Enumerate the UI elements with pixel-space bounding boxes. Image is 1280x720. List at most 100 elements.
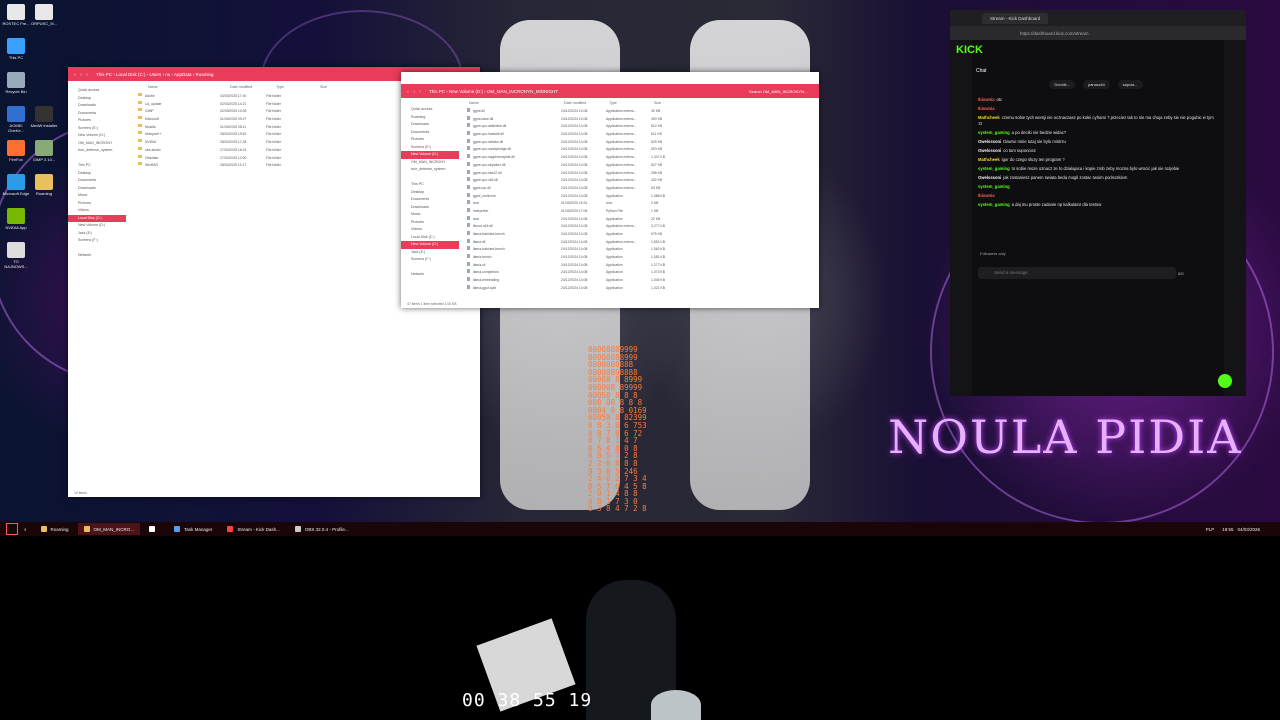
desktop-icon[interactable]: NVIDIA App (2, 208, 30, 230)
file-row[interactable]: lauv 24/12/2024 14:08 Application 22 KB (467, 215, 687, 224)
nav-item[interactable]: Network (68, 252, 126, 260)
desktop-icon[interactable]: MedW Installer (30, 106, 58, 128)
chat-username[interactable]: Mathcheek (978, 115, 1000, 120)
col-name[interactable]: Name (469, 101, 564, 105)
col-size[interactable]: Size (654, 101, 684, 105)
nav-item[interactable]: Pictures (68, 200, 126, 208)
clock-time[interactable]: 18:55 (1222, 527, 1233, 532)
search-input[interactable]: Search OM_MAN_INCRONYN... (749, 89, 819, 94)
nav-item[interactable]: Pictures (68, 117, 126, 125)
language-indicator[interactable]: PLP (1206, 527, 1215, 532)
file-row[interactable]: ggml-cpu-skylakex.dll 24/12/2024 14:08 App… (467, 161, 687, 170)
desktop-icon[interactable]: FireFox (2, 140, 30, 162)
col-type[interactable]: Type (609, 101, 654, 105)
file-row[interactable]: libcurl-x64.dll 24/12/2024 14:08 Applicati… (467, 223, 687, 231)
refresh-icon[interactable] (1218, 374, 1232, 388)
file-row[interactable]: ggml-cpu-sapphirerapids.dll 24/12/2024 14… (467, 154, 687, 162)
nav-item[interactable]: Jack (E:) (401, 249, 459, 257)
file-row[interactable]: ggml-cpu-x64.dll 24/12/2024 14:08 Applicat… (467, 177, 687, 185)
chat-username[interactable]: system_gaming (978, 202, 1010, 207)
file-row[interactable]: ggml_multi.exe 24/12/2024 14:08 Applicatio… (467, 192, 687, 201)
nav-item[interactable]: OM_MAN_INCRONY (401, 159, 459, 167)
col-date[interactable]: Date modified (564, 101, 609, 105)
nav-item[interactable]: Screens (E:) (401, 144, 459, 152)
nav-item[interactable]: Videos (68, 207, 126, 215)
breadcrumb[interactable]: This PC › New Volume (D:) › OM_MAN_INCRO… (423, 89, 749, 94)
file-row[interactable]: llama-batched-bench 24/12/2024 14:08 Appli… (467, 246, 687, 254)
nav-item[interactable]: Quick access (401, 106, 459, 114)
file-row[interactable]: llama-completion 24/12/2024 14:08 Applicat… (467, 269, 687, 277)
file-row[interactable]: llama-batched-bench 24/12/2024 14:08 Appli… (467, 231, 687, 239)
desktop-icon[interactable]: Microsoft Edge (2, 174, 30, 196)
nav-item[interactable]: Music (68, 192, 126, 200)
nav-item[interactable]: Downloads (68, 185, 126, 193)
file-row[interactable]: interpreter 01/03/2025 17:06 Python File 1 … (467, 207, 687, 216)
nav-item[interactable]: Network (401, 271, 459, 279)
file-row[interactable]: llama-gguf-split 24/12/2024 14:08 Applicat… (467, 284, 687, 293)
file-row[interactable]: Obsidian 27/02/2025 12:00 File folder (138, 154, 388, 163)
file-row[interactable]: ggml-cpu-sandybridge.dll 24/12/2024 14:08… (467, 146, 687, 154)
taskbar-item[interactable]: Roaming (35, 523, 75, 535)
file-row[interactable]: icon 01/03/2025 15:31 Icon 2 KB (467, 200, 687, 208)
nav-item[interactable]: New Volume (D:) (401, 241, 459, 249)
desktop-icon[interactable]: This PC (2, 38, 30, 60)
nav-item[interactable]: Screens (F:) (401, 256, 459, 264)
file-row[interactable]: Notepad++ 28/02/2025 19:52 File folder (138, 131, 388, 139)
nav-item[interactable]: Jack (E:) (68, 230, 126, 238)
chat-username[interactable]: Owelsssoni (978, 148, 1001, 153)
nav-item[interactable]: New Volume (D:) (401, 151, 459, 159)
browser-tab[interactable]: Stream - Kick Dashboard (982, 12, 1049, 24)
taskbar-item[interactable]: OM_MAN_INCRO... (77, 523, 141, 535)
desktop-icon[interactable]: Roaming (30, 174, 58, 196)
nav-item[interactable]: Documents (68, 110, 126, 118)
nav-item[interactable]: Documents (68, 177, 126, 185)
col-size[interactable]: Size (320, 85, 350, 89)
nav-item[interactable]: Documents (401, 196, 459, 204)
nav-item[interactable]: This PC (68, 162, 126, 170)
col-name[interactable]: Name (148, 85, 230, 89)
chat-username[interactable]: Owelsssoni (978, 139, 1001, 144)
chat-username[interactable]: Owelsssoni (978, 175, 1001, 180)
file-row[interactable]: obs-studio 27/02/2025 16:24 File folder (138, 146, 388, 155)
nav-item[interactable]: Downloads (401, 204, 459, 212)
nav-item[interactable]: Roaming (401, 114, 459, 122)
nav-item[interactable]: Downloads (68, 102, 126, 110)
nav-item[interactable]: Music (401, 211, 459, 219)
desktop-icon[interactable]: AOMEI OneKe... (2, 106, 30, 133)
file-row[interactable]: Mozilla 01/03/2025 08:11 File folder (138, 123, 388, 132)
col-date[interactable]: Date modified (230, 85, 276, 89)
file-row[interactable]: ggml-cpu-icelake.dll 24/12/2024 14:08 Appl… (467, 138, 687, 147)
nav-item[interactable]: This PC (401, 181, 459, 189)
nav-item[interactable]: Quick access (68, 87, 126, 95)
chat-input[interactable]: Send a message (978, 267, 1176, 279)
chat-username[interactable]: Ibiswnia (978, 106, 995, 111)
desktop-icon[interactable]: TO NAJNOWS... (2, 242, 30, 269)
file-row[interactable]: ggml-cpu-alderlake.dll 24/12/2024 14:08 Ap… (467, 123, 687, 131)
pinned-user[interactable]: panaszkii (1082, 80, 1110, 89)
desktop-icon[interactable]: ROSTEC Fre... (2, 4, 30, 26)
file-row[interactable]: llama.dll 24/12/2024 14:08 Application ext… (467, 238, 687, 247)
nav-item[interactable]: Local Disk (C:) (401, 234, 459, 242)
nav-item[interactable]: Screens (F:) (68, 237, 126, 245)
file-row[interactable]: LA_update 02/03/2025 14:21 File folder (138, 100, 388, 109)
chat-username[interactable]: system_gaming (978, 184, 1010, 189)
file-row[interactable]: ggml.dll 24/12/2024 14:08 Application exte… (467, 108, 687, 116)
address-bar[interactable]: https://dashboard.kick.com/stream (950, 26, 1246, 40)
nav-item[interactable]: true_defense_system (401, 166, 459, 174)
nav-item[interactable]: Desktop (401, 189, 459, 197)
file-row[interactable]: llama-embedding 24/12/2024 14:08 Applicati… (467, 277, 687, 285)
pinned-user[interactable]: Domiik... (1049, 80, 1075, 89)
chat-username[interactable]: system_gaming (978, 166, 1010, 171)
nav-item[interactable]: true_defense_system (68, 147, 126, 155)
nav-item[interactable]: Downloads (401, 121, 459, 129)
nav-item[interactable]: Screens (E:) (68, 125, 126, 133)
pinned-user[interactable]: sapcia... (1117, 80, 1143, 89)
chat-username[interactable]: Ibiswnia (978, 97, 995, 102)
desktop-icon[interactable]: Recycle Bin (2, 72, 30, 94)
file-row[interactable]: ggml-cpu-sse42.dll 24/12/2024 14:08 Applic… (467, 169, 687, 178)
nav-item[interactable]: Videos (401, 226, 459, 234)
start-icon[interactable] (6, 523, 18, 535)
taskbar-item[interactable]: Stream - Kick Dash... (221, 523, 286, 535)
desktop-icon[interactable]: ORPUSC_M... (30, 4, 58, 26)
file-row[interactable]: NVIDIA 28/02/2025 17:34 File folder (138, 139, 388, 147)
